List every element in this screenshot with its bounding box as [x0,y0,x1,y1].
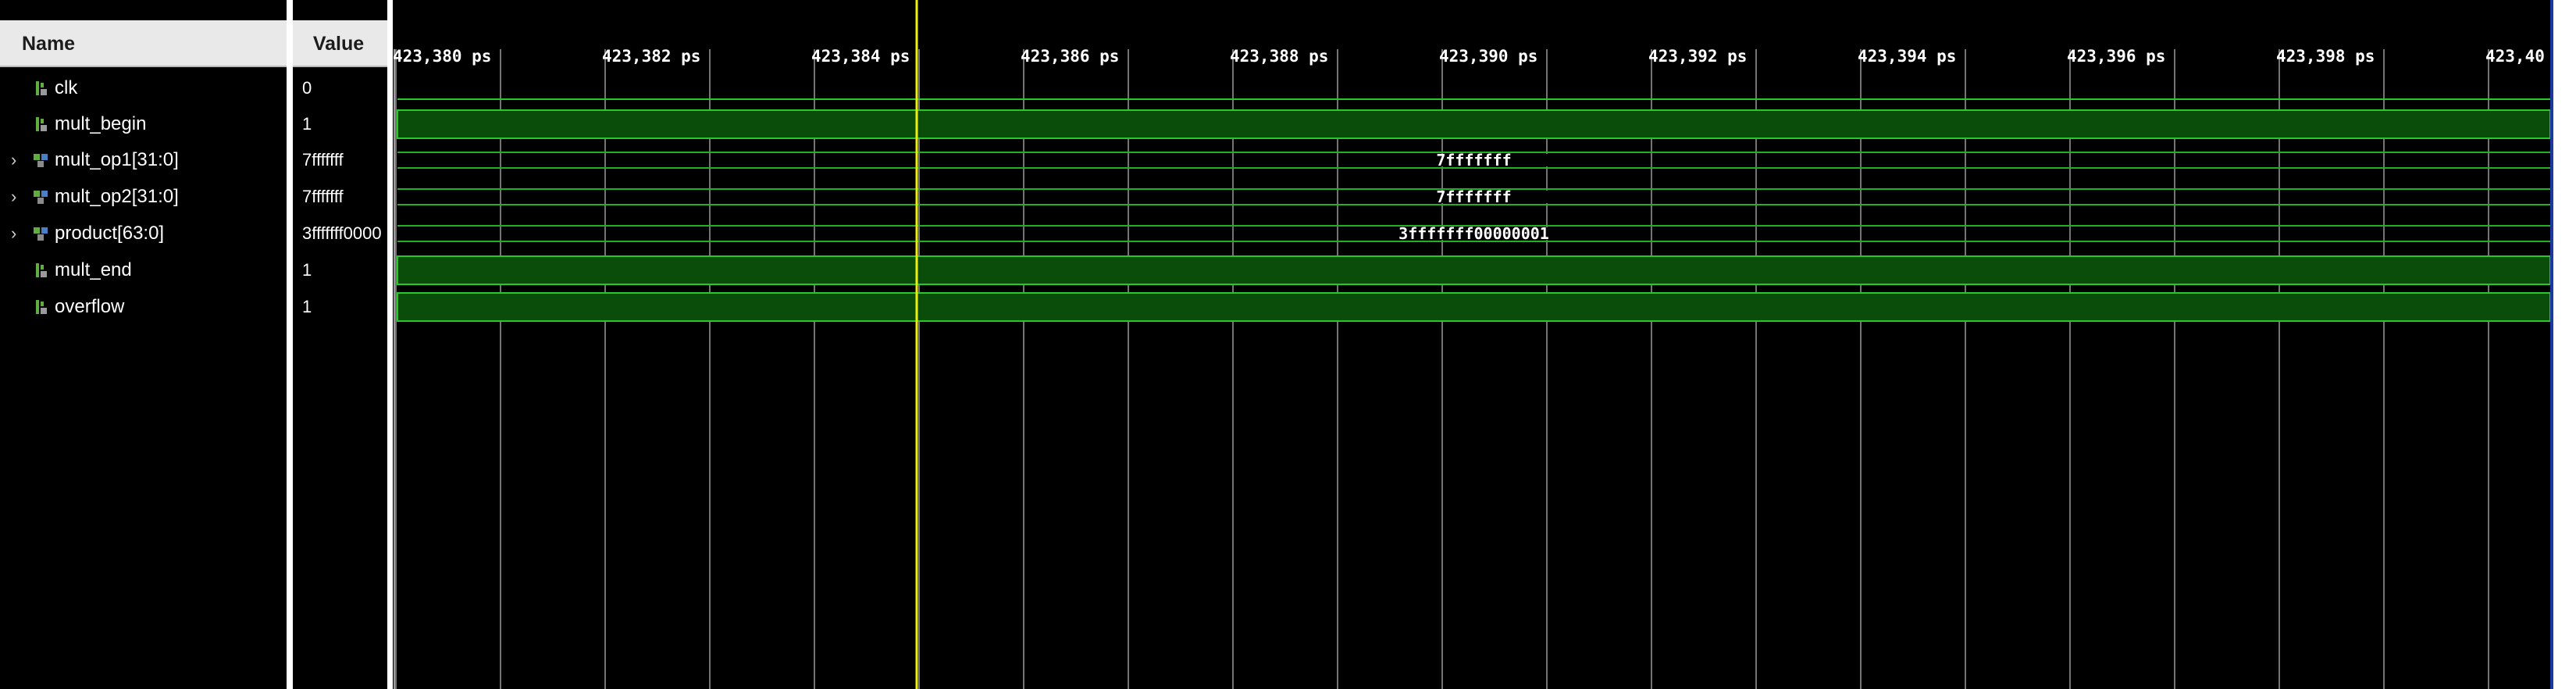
ruler-time-label: 423,382 ps [602,47,700,66]
ruler-time-label: 423,386 ps [1021,47,1119,66]
bus-value-label: 7fffffff [1436,151,1511,170]
signal-value-mult-begin: 1 [302,114,312,134]
signal-name-label: mult_op1[31:0] [55,149,179,170]
signal-value-clk: 0 [302,78,312,98]
bus-value-label: 3fffffff00000001 [1398,224,1549,243]
expand-chevron-icon[interactable]: › [11,216,23,251]
signal-name-label: mult_end [55,259,132,280]
signal-row-product[interactable]: › product[63:0] [0,216,287,251]
signal-high-trace [397,255,2550,285]
ruler-time-label: 423,390 ps [1439,47,1537,66]
signal-row-overflow[interactable]: overflow [0,290,287,324]
vertical-scrollbar[interactable] [2550,0,2576,689]
ruler-time-label: 423,380 ps [393,47,491,66]
ruler-time-label: 423,392 ps [1648,47,1747,66]
name-column-header[interactable]: Name [0,20,287,67]
waveform-area[interactable]: 423,380 ps 423,382 ps 423,384 ps 423,386 ps… [393,0,2550,689]
signal-high-trace [397,292,2550,322]
value-column-header[interactable]: Value [293,20,387,67]
scrollbar-track-edge [2550,0,2553,689]
bus-signal-icon [34,227,48,241]
bit-signal-icon [36,81,47,95]
ruler-time-label: 423,394 ps [1858,47,1956,66]
signal-name-label: product[63:0] [55,223,165,244]
name-value-splitter[interactable] [287,0,293,689]
signal-name-label: mult_begin [55,113,147,134]
bus-signal-icon [34,191,48,204]
ruler-time-label: 423,396 ps [2067,47,2165,66]
signal-name-label: overflow [55,296,125,317]
waveform-canvas[interactable]: 423,380 ps 423,382 ps 423,384 ps 423,386 ps… [393,0,2550,689]
signal-row-mult-op1[interactable]: › mult_op1[31:0] [0,143,287,177]
bus-signal-icon [34,154,48,167]
ruler-time-label: 423,398 ps [2276,47,2375,66]
signal-row-mult-begin[interactable]: mult_begin [0,107,287,141]
signal-value-overflow: 1 [302,297,312,316]
bit-signal-icon [36,263,47,277]
value-wave-splitter[interactable] [387,0,393,689]
bus-value-label: 7fffffff [1436,187,1511,206]
expand-chevron-icon[interactable]: › [11,180,23,214]
expand-chevron-icon[interactable]: › [11,143,23,177]
signal-row-clk[interactable]: clk [0,71,287,105]
signal-row-mult-end[interactable]: mult_end [0,253,287,287]
signal-value-mult-op1: 7fffffff [302,150,344,170]
signal-high-trace [397,109,2550,139]
waveform-viewer: Name Value clk 0 mult_begin 1 › mult_op1[31:0… [0,0,2576,689]
bit-signal-icon [36,300,47,314]
signal-name-label: mult_op2[31:0] [55,186,179,207]
bit-signal-icon [36,117,47,131]
signal-row-mult-op2[interactable]: › mult_op2[31:0] [0,180,287,214]
signal-name-label: clk [55,77,78,98]
signal-value-mult-end: 1 [302,260,312,280]
signal-value-product: 3fffffff0000 [302,223,382,243]
ruler-time-label: 423,40 [2485,47,2545,66]
ruler-time-label: 423,388 ps [1230,47,1328,66]
ruler-time-label: 423,384 ps [811,47,910,66]
signal-value-mult-op2: 7fffffff [302,187,344,206]
